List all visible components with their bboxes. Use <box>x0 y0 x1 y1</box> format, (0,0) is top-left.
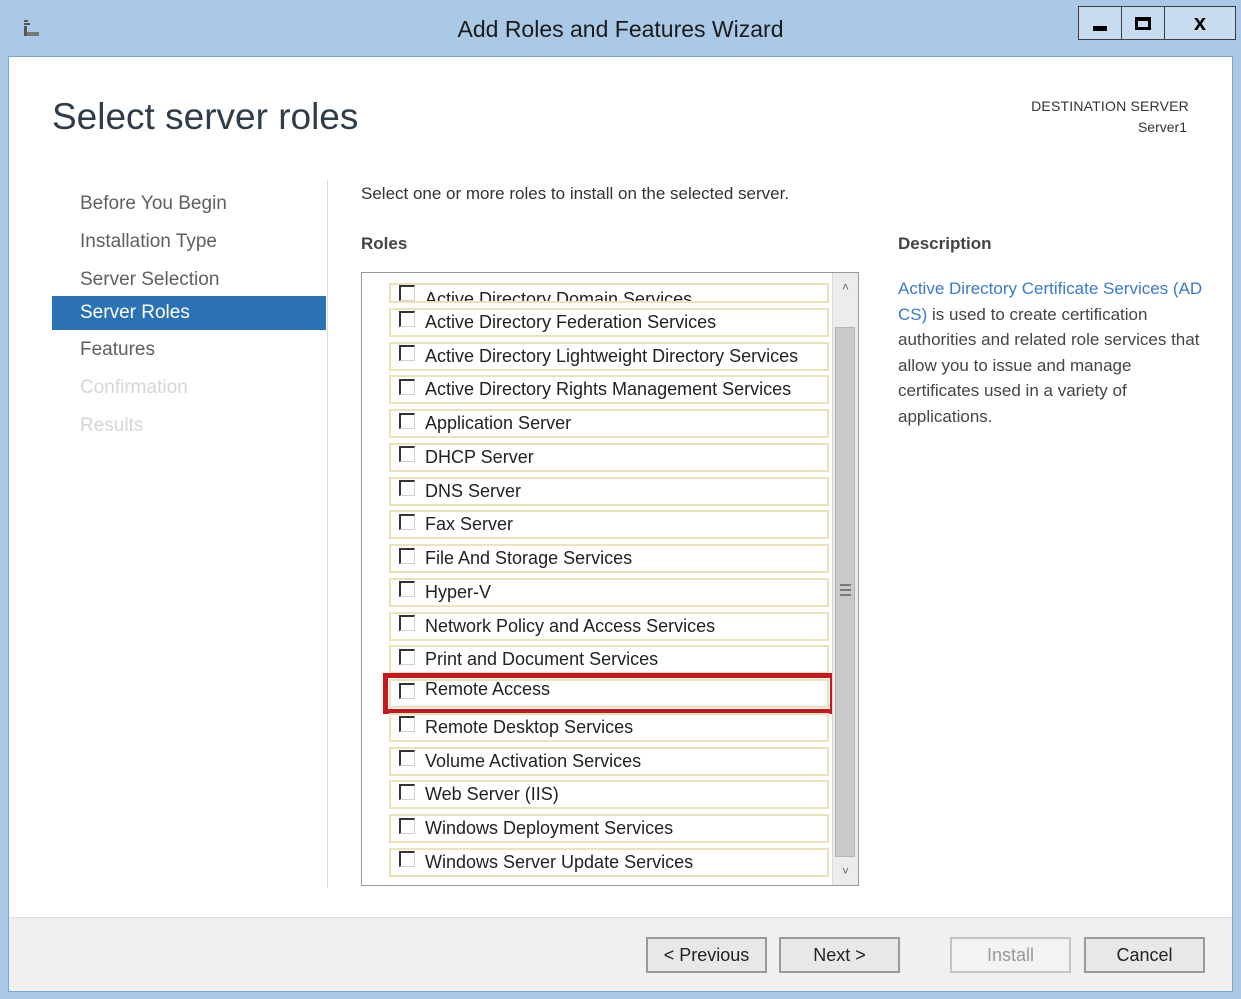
wizard-nav: Before You Begin Installation Type Serve… <box>52 188 326 448</box>
role-checkbox[interactable] <box>399 648 415 665</box>
next-button[interactable]: Next > <box>779 937 900 973</box>
minimize-icon <box>1093 25 1107 31</box>
role-item-hyper-v[interactable]: Hyper-V <box>389 577 829 607</box>
instruction-text: Select one or more roles to install on t… <box>361 184 790 203</box>
role-item-print-and-document-services[interactable]: Print and Document Services <box>389 645 829 675</box>
role-checkbox[interactable] <box>399 412 415 429</box>
scrollbar-grip-icon <box>840 584 851 596</box>
role-item-windows-server-update-services[interactable]: Windows Server Update Services <box>389 847 829 877</box>
role-item-ad-domain-services[interactable]: Active Directory Domain Services <box>389 283 829 303</box>
title-bar[interactable]: Add Roles and Features Wizard x <box>0 0 1241 56</box>
nav-item-before-you-begin[interactable]: Before You Begin <box>52 188 326 226</box>
close-button[interactable]: x <box>1164 6 1236 40</box>
nav-item-confirmation: Confirmation <box>80 377 188 398</box>
nav-divider <box>327 180 328 888</box>
role-checkbox[interactable] <box>399 311 415 328</box>
role-checkbox[interactable] <box>399 615 415 631</box>
role-item-remote-desktop-services[interactable]: Remote Desktop Services <box>389 712 829 742</box>
roles-list-box[interactable]: Active Directory Domain Services Active … <box>361 272 859 886</box>
previous-button[interactable]: < Previous <box>646 937 767 973</box>
role-item-ad-rights-management-services[interactable]: Active Directory Rights Management Servi… <box>389 375 829 405</box>
nav-item-server-roles[interactable]: Server Roles <box>52 296 326 330</box>
role-item-ad-lightweight-directory-services[interactable]: Active Directory Lightweight Directory S… <box>389 341 829 371</box>
role-checkbox[interactable] <box>399 378 415 395</box>
window-title: Add Roles and Features Wizard <box>457 16 784 42</box>
scrollbar-thumb[interactable] <box>835 327 855 857</box>
role-item-volume-activation-services[interactable]: Volume Activation Services <box>389 746 829 776</box>
scroll-up-arrow-icon[interactable]: ˄ <box>833 275 858 299</box>
role-checkbox[interactable] <box>399 446 415 463</box>
role-checkbox[interactable] <box>399 750 415 766</box>
wizard-window: Add Roles and Features Wizard x Select s… <box>0 0 1241 999</box>
role-checkbox[interactable] <box>399 345 415 361</box>
role-checkbox[interactable] <box>399 547 415 564</box>
destination-server-label: DESTINATION SERVER <box>1031 98 1189 114</box>
role-item-network-policy-and-access-services[interactable]: Network Policy and Access Services <box>389 611 829 641</box>
role-item-web-server-iis[interactable]: Web Server (IIS) <box>389 780 829 810</box>
role-item-ad-federation-services[interactable]: Active Directory Federation Services <box>389 307 829 337</box>
maximize-icon <box>1135 16 1151 30</box>
nav-item-installation-type[interactable]: Installation Type <box>52 226 326 264</box>
role-item-windows-deployment-services[interactable]: Windows Deployment Services <box>389 814 829 843</box>
roles-list: Active Directory Domain Services Active … <box>383 283 835 882</box>
role-checkbox[interactable] <box>399 581 415 598</box>
role-item-file-and-storage-services[interactable]: File And Storage Services <box>389 544 829 573</box>
maximize-button[interactable] <box>1121 6 1165 40</box>
role-checkbox[interactable] <box>399 851 415 868</box>
role-item-dhcp-server[interactable]: DHCP Server <box>389 442 829 472</box>
role-checkbox[interactable] <box>399 682 415 699</box>
role-description-body: is used to create certification authorit… <box>898 304 1200 426</box>
roles-scrollbar[interactable]: ˄ ˅ <box>832 273 858 885</box>
destination-server-name: Server1 <box>1137 119 1187 135</box>
nav-item-features[interactable]: Features <box>52 334 326 372</box>
minimize-button[interactable] <box>1078 6 1122 40</box>
role-checkbox[interactable] <box>399 480 415 496</box>
role-item-dns-server[interactable]: DNS Server <box>389 476 829 506</box>
role-checkbox[interactable] <box>399 817 415 834</box>
role-checkbox[interactable] <box>399 716 415 733</box>
scroll-down-arrow-icon[interactable]: ˅ <box>833 859 858 883</box>
role-item-application-server[interactable]: Application Server <box>389 409 829 438</box>
role-description: Active Directory Certificate Services (A… <box>898 276 1208 429</box>
role-item-fax-server[interactable]: Fax Server <box>389 510 829 540</box>
close-icon: x <box>1193 10 1207 35</box>
role-checkbox[interactable] <box>399 513 415 530</box>
nav-item-results: Results <box>80 415 144 436</box>
page-title: Select server roles <box>52 96 359 137</box>
description-heading: Description <box>898 234 992 253</box>
roles-heading: Roles <box>361 234 408 253</box>
role-item-remote-access[interactable]: Remote Access <box>383 673 835 714</box>
install-button: Install <box>950 937 1071 973</box>
role-checkbox[interactable] <box>399 783 415 800</box>
role-checkbox[interactable] <box>399 285 415 301</box>
cancel-button[interactable]: Cancel <box>1084 937 1205 973</box>
